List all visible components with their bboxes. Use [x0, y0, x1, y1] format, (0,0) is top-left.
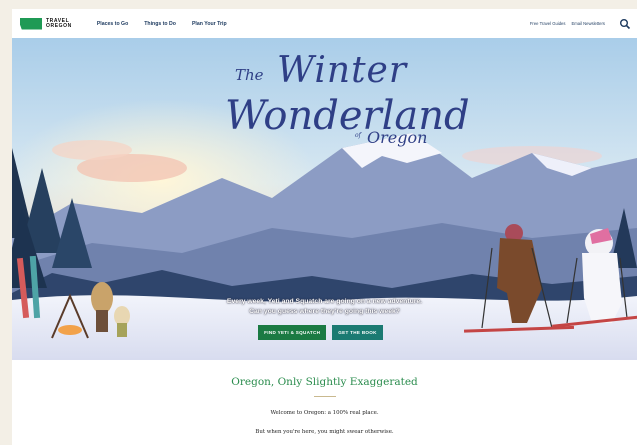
heading-divider [314, 396, 336, 397]
top-navigation: TRAVEL OREGON Places to Go Things to Do … [12, 9, 637, 38]
logo-text: TRAVEL OREGON [46, 17, 72, 29]
winter-wonderland-title: The Winter Wonderland of Oregon [207, 48, 470, 163]
intro-line-2: But when you're here, you might swear ot… [255, 429, 394, 435]
main-nav-links: Places to Go Things to Do Plan Your Trip [97, 21, 243, 27]
free-travel-guides-link[interactable]: Free Travel Guides [530, 21, 566, 26]
oregon-state-icon [20, 17, 42, 30]
nav-things-to-do[interactable]: Things to Do [144, 21, 176, 27]
intro-heading: Oregon, Only Slightly Exaggerated [231, 376, 418, 388]
intro-line-1: Welcome to Oregon: a 100% real place. [270, 410, 379, 416]
caption-line-2: Can you guess where they're going this w… [249, 308, 400, 315]
title-the: The [235, 66, 264, 84]
intro-section: Oregon, Only Slightly Exaggerated Welcom… [12, 360, 637, 445]
caption-line-1: Every week, Yeti and Squatch are going o… [226, 298, 423, 305]
email-newsletters-link[interactable]: Email Newsletters [571, 21, 605, 26]
title-wonderland: Wonderland [225, 93, 470, 139]
title-of: of [355, 132, 361, 139]
title-oregon: Oregon [367, 128, 428, 147]
hero-caption: Every week, Yeti and Squatch are going o… [172, 297, 477, 317]
find-yeti-squatch-button[interactable]: FIND YETI & SQUATCH [258, 325, 327, 340]
nav-plan-your-trip[interactable]: Plan Your Trip [192, 21, 227, 27]
nav-places-to-go[interactable]: Places to Go [97, 21, 128, 27]
hero-button-group: FIND YETI & SQUATCH GET THE BOOK [12, 325, 637, 340]
search-icon[interactable] [619, 18, 631, 30]
hero-banner: The Winter Wonderland of Oregon Every we… [12, 38, 637, 360]
title-winter: Winter [277, 50, 408, 91]
get-the-book-button[interactable]: GET THE BOOK [332, 325, 383, 340]
browser-page: TRAVEL OREGON Places to Go Things to Do … [12, 9, 637, 445]
utility-nav: Free Travel Guides Email Newsletters [530, 18, 631, 30]
travel-oregon-logo[interactable]: TRAVEL OREGON [20, 17, 72, 30]
